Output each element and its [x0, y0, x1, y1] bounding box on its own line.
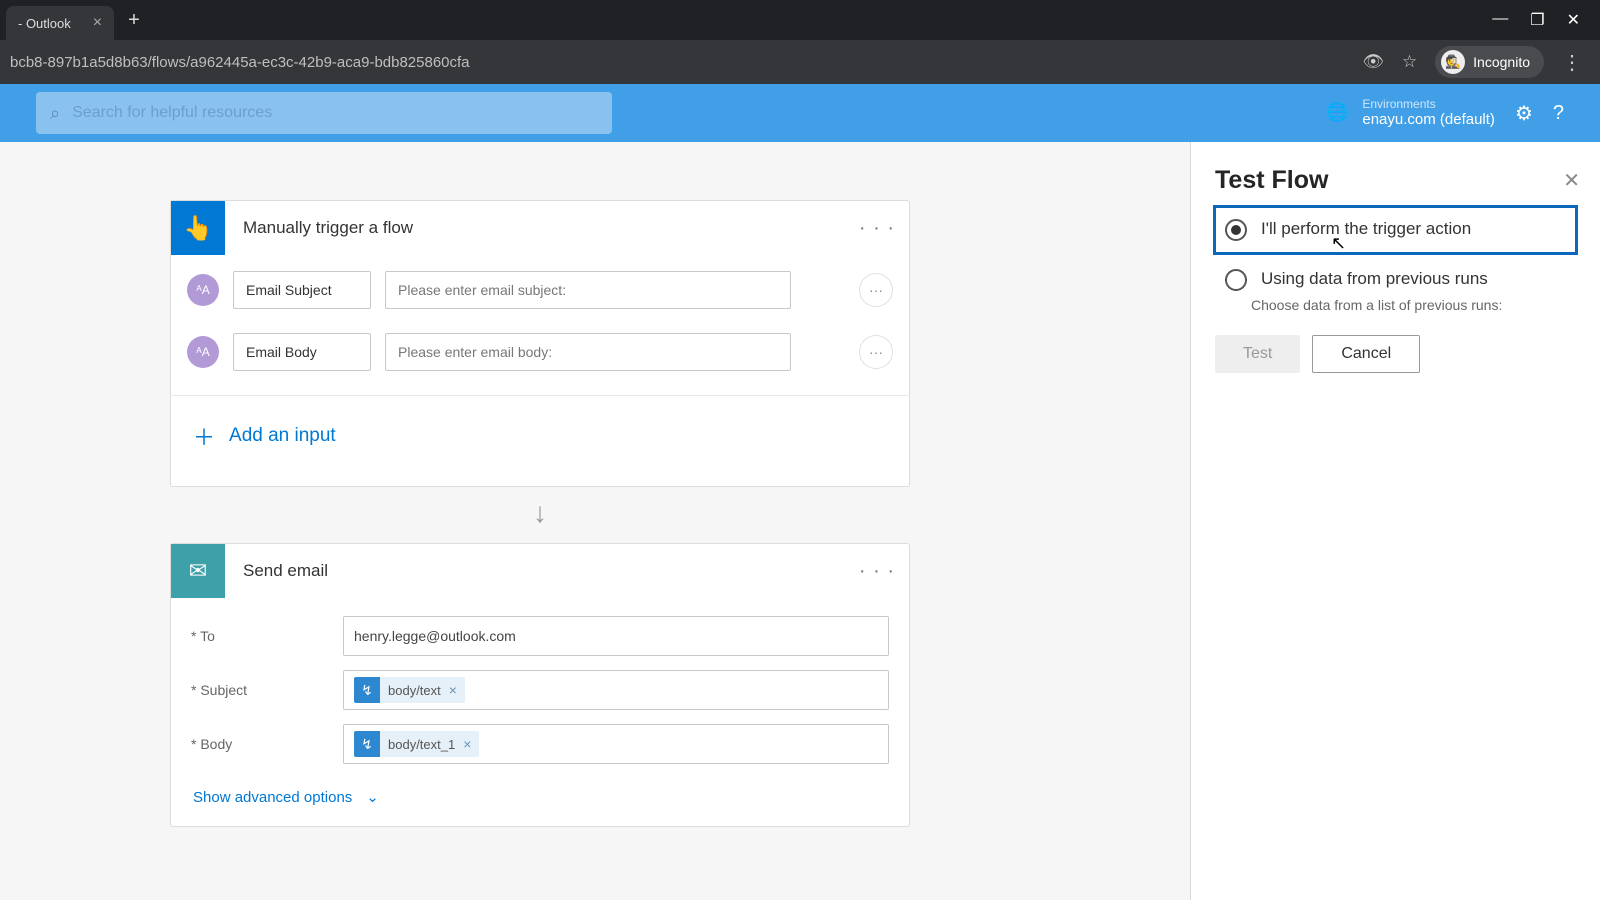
input-row-menu-icon[interactable]: ···: [859, 273, 893, 307]
trigger-input-row: ᴬA ···: [187, 333, 893, 371]
trigger-icon: 👆: [171, 201, 225, 255]
address-bar: bcb8-897b1a5d8b63/flows/a962445a-ec3c-42…: [0, 40, 1600, 84]
trigger-card-header[interactable]: 👆 Manually trigger a flow · · ·: [171, 201, 909, 255]
body-field-row: * Body ↯ body/text_1 ×: [191, 724, 889, 764]
chevron-down-icon: ⌄: [366, 788, 379, 806]
environment-picker[interactable]: 🌐 Environments enayu.com (default): [1326, 97, 1495, 129]
subject-field-row: * Subject ↯ body/text ×: [191, 670, 889, 710]
token-text: body/text_1: [380, 737, 463, 752]
to-label: * To: [191, 628, 343, 644]
eye-off-icon[interactable]: 👁: [1362, 52, 1384, 72]
radio-label: Using data from previous runs: [1261, 269, 1488, 289]
search-box[interactable]: ⌕: [36, 92, 612, 134]
advanced-options-link[interactable]: Show advanced options ⌄: [191, 778, 889, 812]
url-text[interactable]: bcb8-897b1a5d8b63/flows/a962445a-ec3c-42…: [10, 54, 470, 71]
add-input-button[interactable]: ＋ Add an input: [187, 400, 893, 474]
add-input-label: Add an input: [229, 425, 336, 447]
token-remove-icon[interactable]: ×: [463, 736, 479, 752]
env-name: enayu.com (default): [1362, 111, 1495, 129]
bookmark-icon[interactable]: ☆: [1402, 52, 1417, 72]
browser-menu-icon[interactable]: ⋮: [1562, 50, 1580, 75]
trigger-input-row: ᴬA ···: [187, 271, 893, 309]
env-label: Environments: [1362, 97, 1495, 111]
panel-title: Test Flow: [1215, 166, 1576, 195]
advanced-label: Show advanced options: [193, 789, 352, 806]
browser-tab[interactable]: - Outlook ×: [6, 6, 114, 40]
minimize-window-icon[interactable]: —: [1492, 10, 1508, 30]
send-card-header[interactable]: ✉ Send email · · ·: [171, 544, 909, 598]
subject-input[interactable]: ↯ body/text ×: [343, 670, 889, 710]
to-input[interactable]: henry.legge@outlook.com: [343, 616, 889, 656]
radio-subtext: Choose data from a list of previous runs…: [1251, 297, 1576, 313]
text-input-icon: ᴬA: [187, 336, 219, 368]
input-placeholder-field[interactable]: [385, 333, 791, 371]
input-row-menu-icon[interactable]: ···: [859, 335, 893, 369]
app-top-bar: ⌕ 🌐 Environments enayu.com (default) ⚙ ?…: [0, 84, 1600, 142]
text-input-icon: ᴬA: [187, 274, 219, 306]
to-field-row: * To henry.legge@outlook.com: [191, 616, 889, 656]
radio-icon: [1225, 219, 1247, 241]
incognito-label: Incognito: [1473, 54, 1530, 70]
browser-tab-strip: - Outlook × + — ❐ ✕: [0, 0, 1600, 40]
trigger-card: 👆 Manually trigger a flow · · · ᴬA ··· ᴬ…: [170, 200, 910, 487]
body-label: * Body: [191, 736, 343, 752]
restore-window-icon[interactable]: ❐: [1530, 10, 1544, 30]
input-label-field[interactable]: [233, 333, 371, 371]
token-remove-icon[interactable]: ×: [449, 682, 465, 698]
incognito-badge[interactable]: 🕵 Incognito: [1435, 46, 1544, 78]
new-tab-button[interactable]: +: [128, 9, 140, 32]
incognito-icon: 🕵: [1441, 50, 1465, 74]
body-input[interactable]: ↯ body/text_1 ×: [343, 724, 889, 764]
arrow-down-icon: ↓: [170, 497, 910, 529]
panel-close-icon[interactable]: ✕: [1563, 168, 1580, 193]
send-email-card: ✉ Send email · · · * To henry.legge@outl…: [170, 543, 910, 827]
gear-icon[interactable]: ⚙: [1515, 101, 1533, 126]
send-title: Send email: [243, 561, 328, 581]
plus-icon: ＋: [193, 420, 215, 452]
search-icon: ⌕: [50, 103, 60, 124]
tab-title: - Outlook: [18, 16, 71, 31]
send-menu-icon[interactable]: · · ·: [859, 560, 895, 583]
radio-option-manual[interactable]: I'll perform the trigger action: [1215, 207, 1576, 253]
radio-label: I'll perform the trigger action: [1261, 219, 1471, 239]
radio-icon: [1225, 269, 1247, 291]
test-button[interactable]: Test: [1215, 335, 1300, 373]
dynamic-token[interactable]: ↯ body/text_1 ×: [354, 731, 479, 757]
mail-icon: ✉: [171, 544, 225, 598]
trigger-title: Manually trigger a flow: [243, 218, 413, 238]
cancel-button[interactable]: Cancel: [1312, 335, 1420, 373]
token-icon: ↯: [354, 677, 380, 703]
token-text: body/text: [380, 683, 449, 698]
token-icon: ↯: [354, 731, 380, 757]
dynamic-token[interactable]: ↯ body/text ×: [354, 677, 465, 703]
globe-icon: 🌐: [1326, 102, 1348, 123]
search-input[interactable]: [72, 104, 598, 122]
close-tab-icon[interactable]: ×: [93, 14, 102, 32]
input-label-field[interactable]: [233, 271, 371, 309]
test-flow-panel: Test Flow ✕ I'll perform the trigger act…: [1190, 142, 1600, 900]
input-placeholder-field[interactable]: [385, 271, 791, 309]
close-window-icon[interactable]: ✕: [1567, 10, 1580, 30]
divider: [171, 395, 909, 396]
help-icon[interactable]: ?: [1553, 102, 1564, 125]
to-value: henry.legge@outlook.com: [354, 628, 516, 644]
trigger-menu-icon[interactable]: · · ·: [859, 217, 895, 240]
subject-label: * Subject: [191, 682, 343, 698]
